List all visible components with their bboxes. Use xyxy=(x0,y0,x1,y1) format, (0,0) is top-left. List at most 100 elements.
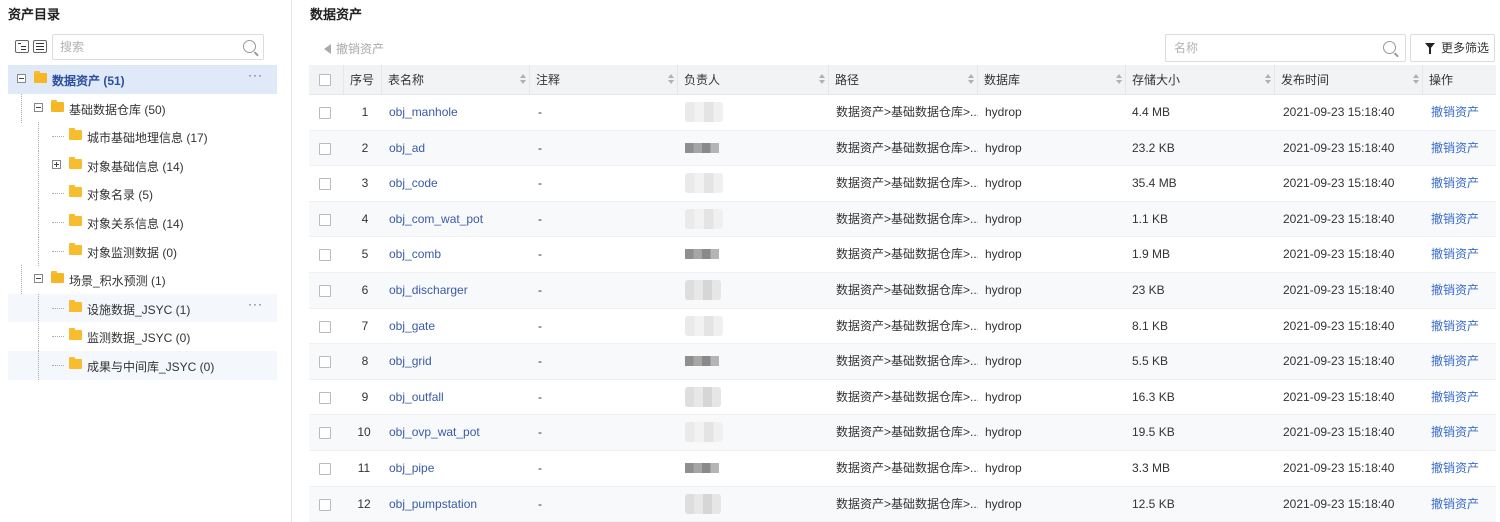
row-number: 4 xyxy=(361,211,369,226)
header-select-all xyxy=(309,65,344,95)
column-header[interactable]: 存储大小 xyxy=(1126,65,1275,95)
select-all-checkbox[interactable] xyxy=(319,74,331,86)
revoke-asset-link[interactable]: 撤销资产 xyxy=(1431,202,1479,237)
row-checkbox[interactable] xyxy=(319,462,331,475)
revoke-asset-button[interactable]: 撤销资产 xyxy=(324,40,384,57)
row-checkbox[interactable] xyxy=(319,427,331,440)
tree-node[interactable]: 数据资产 (51) ··· xyxy=(8,65,277,94)
database-cell: hydrop xyxy=(985,282,1022,297)
tree-node[interactable]: 对象基础信息 (14) xyxy=(8,150,277,180)
search-icon[interactable] xyxy=(1383,41,1396,54)
table-row[interactable]: 10 obj_ovp_wat_pot - 数据资产>基础数据仓库>... hydrop 1… xyxy=(309,415,1496,451)
table-name-link[interactable]: obj_outfall xyxy=(389,380,444,415)
collapse-all-icon[interactable] xyxy=(33,40,47,53)
collapse-icon[interactable] xyxy=(17,74,26,83)
row-checkbox[interactable] xyxy=(319,320,331,333)
row-number: 3 xyxy=(361,176,369,191)
table-name-link[interactable]: obj_manhole xyxy=(389,95,458,130)
collapse-icon[interactable] xyxy=(34,102,43,112)
path-cell: 数据资产>基础数据仓库>... xyxy=(836,211,978,226)
table-row[interactable]: 7 obj_gate - 数据资产>基础数据仓库>... hydrop 8.1 KB 202… xyxy=(309,309,1496,345)
tree-node[interactable]: 对象监测数据 (0) xyxy=(8,236,277,266)
table-row[interactable]: 12 obj_pumpstation - 数据资产>基础数据仓库>... hydrop 1… xyxy=(309,486,1496,522)
revoke-asset-link[interactable]: 撤销资产 xyxy=(1431,95,1479,130)
column-header[interactable]: 操作 xyxy=(1423,65,1496,95)
name-search[interactable] xyxy=(1165,34,1406,62)
asset-table: 序号 表名称 注释 负责人 路径 数据库 存储大小 发布时间 操作 1 obj_manhole - 数… xyxy=(309,65,1496,522)
tree-guide xyxy=(38,236,39,266)
table-row[interactable]: 9 obj_outfall - 数据资产>基础数据仓库>... hydrop 16.3 K… xyxy=(309,380,1496,416)
revoke-asset-link[interactable]: 撤销资产 xyxy=(1431,166,1479,201)
row-checkbox[interactable] xyxy=(319,284,331,297)
catalog-search-input[interactable] xyxy=(53,35,233,59)
table-name-link[interactable]: obj_comb xyxy=(389,237,441,272)
tree-node[interactable]: 对象名录 (5) xyxy=(8,179,277,209)
row-checkbox[interactable] xyxy=(319,213,331,226)
expand-icon[interactable] xyxy=(52,159,61,169)
comment-cell: - xyxy=(538,282,542,297)
row-checkbox[interactable] xyxy=(319,391,331,404)
table-row[interactable]: 11 obj_pipe - 数据资产>基础数据仓库>... hydrop 3.3 MB 20… xyxy=(309,451,1496,487)
row-checkbox[interactable] xyxy=(319,107,331,119)
more-filter-button[interactable]: 更多筛选 xyxy=(1410,34,1495,62)
revoke-asset-link[interactable]: 撤销资产 xyxy=(1431,380,1479,415)
row-checkbox[interactable] xyxy=(319,249,331,262)
tree-node[interactable]: 成果与中间库_JSYC (0) xyxy=(8,350,277,380)
catalog-search[interactable] xyxy=(52,34,264,60)
revoke-asset-link[interactable]: 撤销资产 xyxy=(1431,344,1479,379)
table-name-link[interactable]: obj_discharger xyxy=(389,273,468,308)
column-header[interactable]: 序号 xyxy=(344,65,382,95)
expand-all-icon[interactable] xyxy=(15,40,29,53)
tree-node[interactable]: 基础数据仓库 (50) xyxy=(8,93,277,123)
revoke-asset-link[interactable]: 撤销资产 xyxy=(1431,487,1479,522)
revoke-asset-link[interactable]: 撤销资产 xyxy=(1431,273,1479,308)
table-name-link[interactable]: obj_grid xyxy=(389,344,432,379)
revoke-asset-link[interactable]: 撤销资产 xyxy=(1431,415,1479,450)
comment-cell: - xyxy=(538,176,542,191)
table-row[interactable]: 6 obj_discharger - 数据资产>基础数据仓库>... hydrop 23 … xyxy=(309,272,1496,309)
revoke-asset-link[interactable]: 撤销资产 xyxy=(1431,309,1479,344)
table-name-link[interactable]: obj_gate xyxy=(389,309,435,344)
more-actions-icon[interactable]: ··· xyxy=(248,297,263,311)
column-header[interactable]: 数据库 xyxy=(978,65,1126,95)
table-name-link[interactable]: obj_pipe xyxy=(389,451,434,486)
table-name-link[interactable]: obj_ovp_wat_pot xyxy=(389,415,480,450)
table-row[interactable]: 1 obj_manhole - 数据资产>基础数据仓库>... hydrop 4.4 MB… xyxy=(309,95,1496,131)
column-header[interactable]: 注释 xyxy=(530,65,678,95)
row-checkbox[interactable] xyxy=(319,178,331,191)
tree-node[interactable]: 场景_积水预测 (1) xyxy=(8,265,277,295)
undo-icon xyxy=(324,43,331,54)
size-cell: 4.4 MB xyxy=(1132,105,1171,119)
search-icon[interactable] xyxy=(243,40,256,53)
table-name-link[interactable]: obj_code xyxy=(389,166,438,201)
tree-node[interactable]: 城市基础地理信息 (17) xyxy=(8,122,277,152)
row-checkbox[interactable] xyxy=(319,356,331,369)
table-row[interactable]: 5 obj_comb - 数据资产>基础数据仓库>... hydrop 1.9 MB 202… xyxy=(309,237,1496,273)
table-row[interactable]: 4 obj_com_wat_pot - 数据资产>基础数据仓库>... hydrop 1.… xyxy=(309,201,1496,238)
revoke-asset-link[interactable]: 撤销资产 xyxy=(1431,451,1479,486)
row-checkbox[interactable] xyxy=(319,498,331,511)
table-row[interactable]: 3 obj_code - 数据资产>基础数据仓库>... hydrop 35.4 MB 20… xyxy=(309,166,1496,202)
column-header[interactable]: 路径 xyxy=(829,65,978,95)
table-row[interactable]: 8 obj_grid - 数据资产>基础数据仓库>... hydrop 5.5 KB 202… xyxy=(309,344,1496,380)
revoke-asset-link[interactable]: 撤销资产 xyxy=(1431,237,1479,272)
row-checkbox[interactable] xyxy=(319,142,331,155)
name-search-input[interactable] xyxy=(1166,35,1366,61)
table-name-link[interactable]: obj_ad xyxy=(389,131,425,166)
column-header-label: 序号 xyxy=(350,73,375,87)
column-header[interactable]: 发布时间 xyxy=(1275,65,1423,95)
tree-node[interactable]: 对象关系信息 (14) xyxy=(8,207,277,237)
tree-node[interactable]: 监测数据_JSYC (0) xyxy=(8,322,277,352)
column-header[interactable]: 负责人 xyxy=(678,65,829,95)
more-actions-icon[interactable]: ··· xyxy=(248,68,263,82)
table-row[interactable]: 2 obj_ad - 数据资产>基础数据仓库>... hydrop 23.2 KB 2021… xyxy=(309,130,1496,167)
collapse-icon[interactable] xyxy=(34,274,43,284)
owner-avatar xyxy=(685,249,719,260)
column-header[interactable]: 表名称 xyxy=(382,65,530,95)
comment-cell: - xyxy=(538,105,542,119)
table-name-link[interactable]: obj_pumpstation xyxy=(389,487,477,522)
table-name-link[interactable]: obj_com_wat_pot xyxy=(389,202,483,237)
revoke-asset-link[interactable]: 撤销资产 xyxy=(1431,131,1479,166)
publish-time-cell: 2021-09-23 15:18:40 xyxy=(1283,496,1395,511)
tree-node[interactable]: 设施数据_JSYC (1) ··· xyxy=(8,293,277,323)
